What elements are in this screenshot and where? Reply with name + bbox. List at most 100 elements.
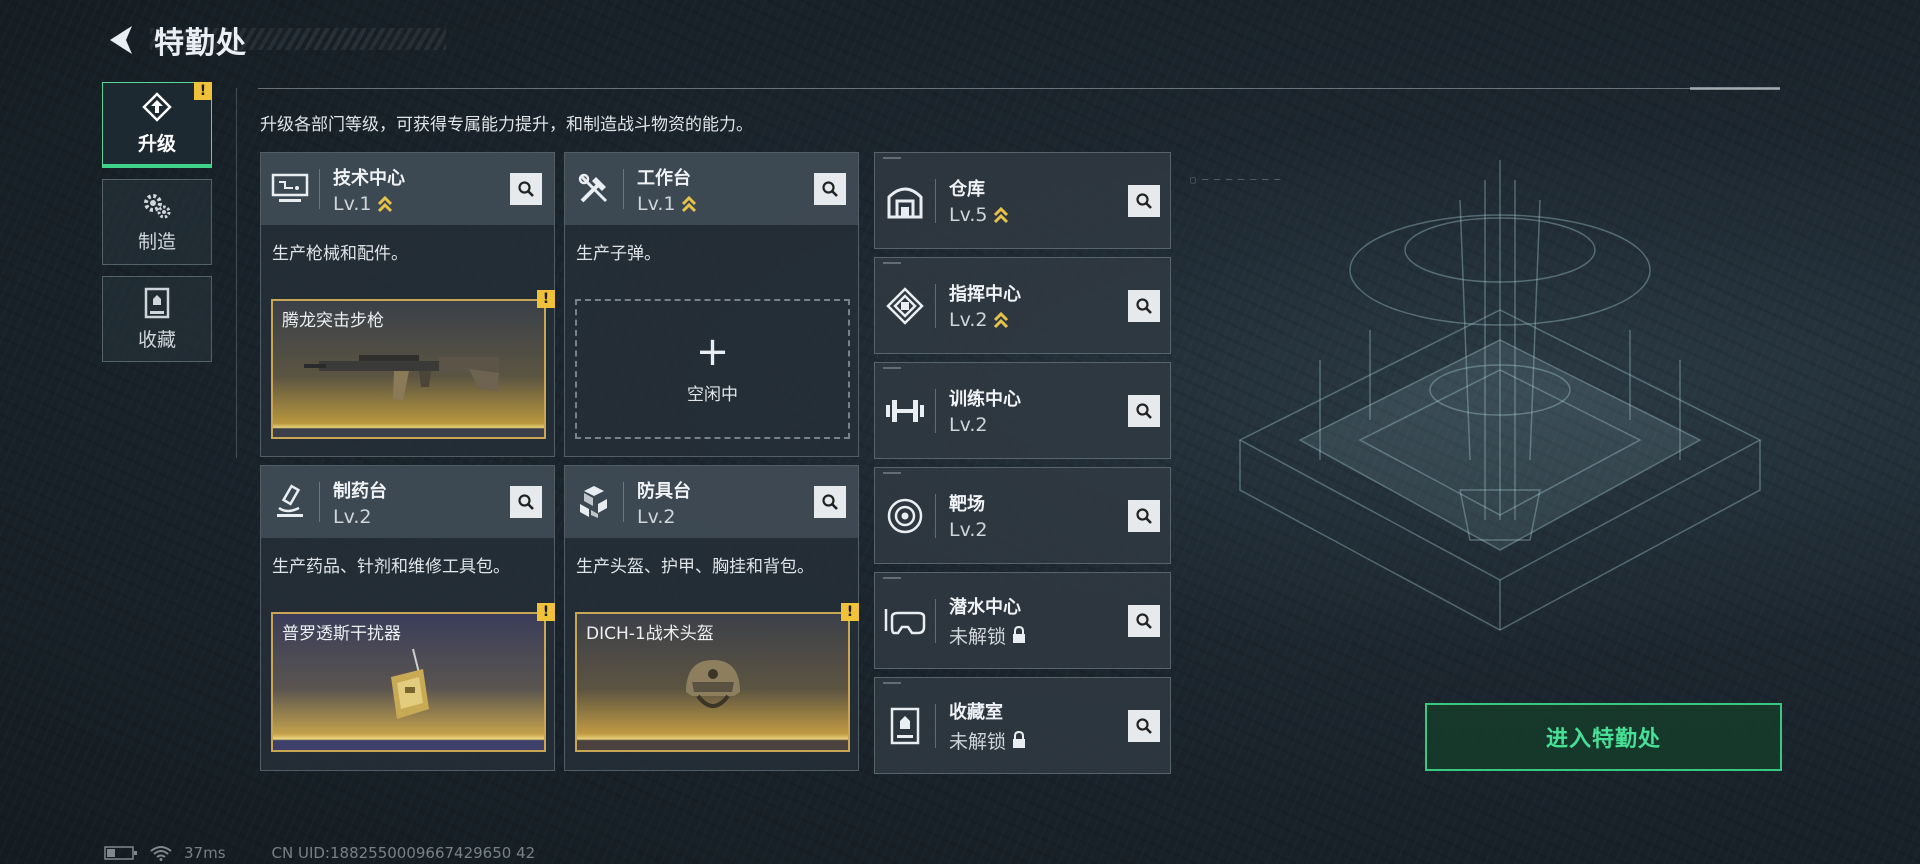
divider [258, 88, 1780, 89]
facility-level: Lv.2 [949, 309, 988, 331]
department-card-workbench: 工作台 Lv.1 生产子弹。 + 空闲中 [564, 152, 859, 457]
facility-diving-center[interactable]: 潜水中心 未解锁 [874, 572, 1171, 669]
facility-status: 未解锁 [949, 625, 1007, 648]
nav-label: 收藏 [137, 328, 176, 351]
department-name: 防具台 [637, 480, 691, 502]
department-description: 生产子弹。 [576, 244, 661, 264]
search-icon [822, 181, 838, 197]
inspect-button[interactable] [1128, 500, 1160, 532]
inspect-button[interactable] [1128, 710, 1160, 742]
idle-label: 空闲中 [687, 384, 738, 405]
production-slot[interactable]: ! 腾龙突击步枪 [271, 290, 555, 439]
page-header: 特勤处 [100, 18, 247, 62]
nav-item-craft[interactable]: 制造 [102, 179, 212, 265]
facility-training-center[interactable]: 训练中心 Lv.2 [874, 362, 1171, 459]
tools-icon [565, 153, 623, 225]
enter-special-ops-button[interactable]: 进入特勤处 [1425, 703, 1782, 771]
search-icon [1136, 298, 1152, 314]
alert-badge: ! [537, 603, 555, 621]
microscope-icon [261, 466, 319, 538]
alert-badge: ! [537, 290, 555, 308]
base-hologram-illustration [1238, 160, 1762, 631]
department-description: 生产药品、针剂和维修工具包。 [272, 557, 510, 577]
side-nav: ! 升级 制造 收藏 [102, 82, 212, 373]
department-description: 生产头盔、护甲、胸挂和背包。 [576, 557, 814, 577]
facility-level: Lv.5 [949, 204, 988, 226]
alert-badge: ! [841, 603, 859, 621]
vault-icon [875, 677, 935, 774]
department-level: Lv.1 [333, 192, 372, 215]
inspect-button[interactable] [1128, 290, 1160, 322]
jammer-image [273, 644, 544, 730]
lock-icon [1012, 626, 1026, 644]
level-up-chevron-icon [993, 310, 1009, 330]
card-header: 制药台 Lv.2 [261, 466, 554, 538]
facility-name: 仓库 [949, 179, 985, 200]
facility-warehouse[interactable]: 仓库 Lv.5 [874, 152, 1171, 249]
search-icon [822, 494, 838, 510]
card-header: 防具台 Lv.2 [565, 466, 858, 538]
inspect-button[interactable] [510, 173, 542, 205]
back-arrow-icon [110, 26, 132, 54]
facility-collection-room[interactable]: 收藏室 未解锁 [874, 677, 1171, 774]
helmet-image [577, 644, 848, 730]
nav-item-upgrade[interactable]: ! 升级 [102, 82, 212, 168]
item-name: DICH-1战术头盔 [586, 624, 714, 644]
divider [236, 88, 237, 458]
level-up-chevron-icon [993, 205, 1009, 225]
wifi-icon [150, 846, 172, 861]
inspect-button[interactable] [814, 486, 846, 518]
search-icon [1136, 193, 1152, 209]
facility-level: Lv.2 [949, 519, 988, 541]
facility-command-center[interactable]: 指挥中心 Lv.2 [874, 257, 1171, 354]
production-slot[interactable]: ! 普罗透斯干扰器 [271, 603, 555, 752]
facility-name: 潜水中心 [949, 596, 1021, 618]
alert-badge: ! [194, 82, 212, 100]
facility-shooting-range[interactable]: 靶场 Lv.2 [874, 467, 1171, 564]
department-card-tech-center: 技术中心 Lv.1 生产枪械和配件。 ! 腾龙突击步枪 [260, 152, 555, 457]
inspect-button[interactable] [1128, 395, 1160, 427]
search-icon [518, 494, 534, 510]
search-icon [1136, 508, 1152, 524]
department-name: 工作台 [637, 167, 691, 189]
department-name: 制药台 [333, 480, 387, 502]
diving-mask-icon [875, 572, 935, 669]
ping-value: 37ms [184, 844, 226, 862]
inspect-button[interactable] [814, 173, 846, 205]
target-icon [875, 467, 935, 564]
hud-decoration: ▢ ─ ─ ─ ─ ─ ─ ─ [1190, 175, 1281, 186]
upgrade-icon [142, 92, 172, 122]
production-slot[interactable]: ! DICH-1战术头盔 [575, 603, 859, 752]
nav-label: 制造 [137, 230, 176, 253]
inspect-button[interactable] [1128, 605, 1160, 637]
status-bar: 37ms CN UID:1882550009667429650 42 [104, 844, 535, 862]
department-name: 技术中心 [333, 167, 405, 189]
gears-icon [144, 193, 171, 218]
facility-name: 指挥中心 [949, 284, 1021, 305]
empty-production-slot[interactable]: + 空闲中 [575, 299, 850, 439]
command-center-icon [875, 257, 935, 354]
department-level: Lv.1 [637, 192, 676, 215]
facility-name: 收藏室 [949, 701, 1003, 723]
inspect-button[interactable] [510, 486, 542, 518]
divider [1690, 87, 1780, 90]
lock-icon [1012, 731, 1026, 749]
facility-name: 训练中心 [949, 389, 1021, 410]
item-name: 普罗透斯干扰器 [282, 624, 401, 644]
search-icon [1136, 718, 1152, 734]
inspect-button[interactable] [1128, 185, 1160, 217]
page-title: 特勤处 [154, 26, 247, 61]
search-icon [1136, 403, 1152, 419]
vault-icon [144, 287, 170, 318]
department-card-pharmacy: 制药台 Lv.2 生产药品、针剂和维修工具包。 ! 普罗透斯干扰器 [260, 465, 555, 771]
department-description: 生产枪械和配件。 [272, 244, 408, 264]
cubes-icon [565, 466, 623, 538]
dumbbell-icon [875, 362, 935, 459]
search-icon [518, 181, 534, 197]
department-card-armory: 防具台 Lv.2 生产头盔、护甲、胸挂和背包。 ! DICH-1战术头盔 [564, 465, 859, 771]
section-description: 升级各部门等级，可获得专属能力提升，和制造战斗物资的能力。 [260, 115, 753, 135]
department-level: Lv.2 [637, 505, 676, 528]
nav-item-collection[interactable]: 收藏 [102, 276, 212, 362]
back-button[interactable] [100, 20, 140, 60]
facility-level: Lv.2 [949, 414, 988, 436]
